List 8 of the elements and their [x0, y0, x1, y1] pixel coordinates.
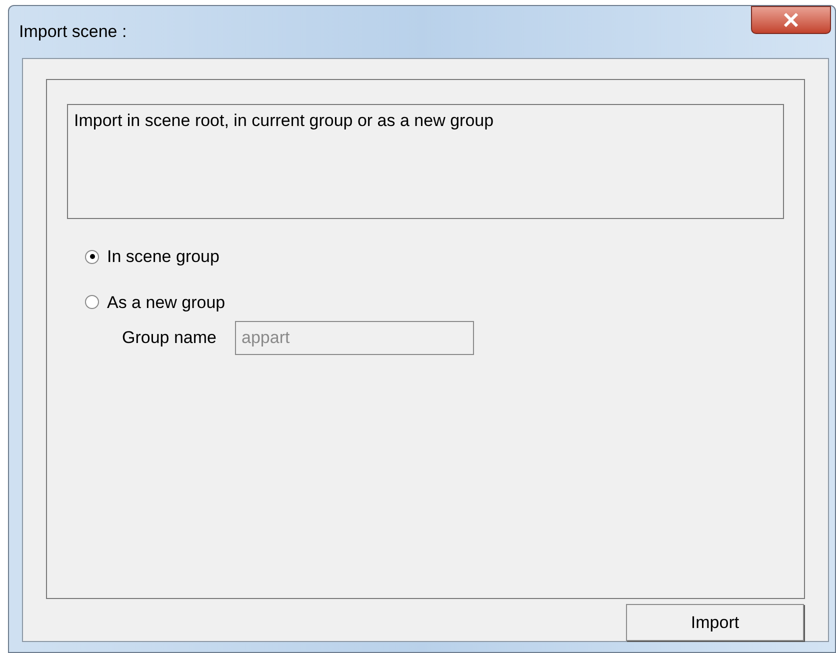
- radio-option[interactable]: As a new group: [85, 290, 226, 315]
- radio-option[interactable]: In scene group: [85, 244, 220, 270]
- window-title: Import scene :: [19, 21, 127, 44]
- description-text: Import in scene root, in current group or as a new group: [74, 111, 494, 130]
- close-button[interactable]: [751, 6, 831, 34]
- import-button[interactable]: Import: [626, 604, 804, 641]
- group-name-label: Group name: [122, 327, 216, 350]
- close-icon: [783, 13, 799, 27]
